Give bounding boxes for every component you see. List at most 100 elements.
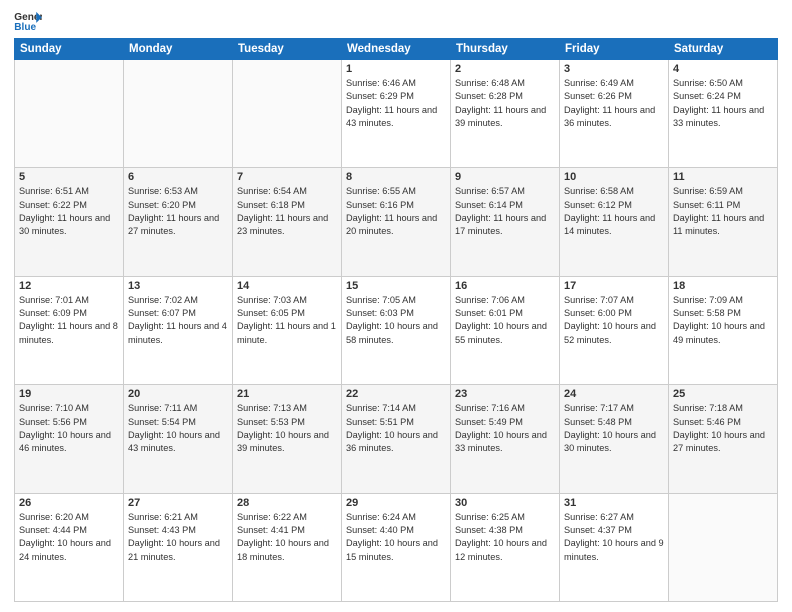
day-number: 8	[346, 171, 446, 183]
day-number: 28	[237, 497, 337, 509]
day-info: Sunrise: 7:09 AMSunset: 5:58 PMDaylight:…	[673, 294, 773, 347]
day-info: Sunrise: 7:17 AMSunset: 5:48 PMDaylight:…	[564, 402, 664, 455]
day-cell: 26 Sunrise: 6:20 AMSunset: 4:44 PMDayligh…	[15, 493, 124, 601]
weekday-header-row: SundayMondayTuesdayWednesdayThursdayFrid…	[15, 39, 778, 60]
day-info: Sunrise: 6:24 AMSunset: 4:40 PMDaylight:…	[346, 511, 446, 564]
logo: General Blue	[14, 10, 42, 32]
day-number: 6	[128, 171, 228, 183]
day-cell: 27 Sunrise: 6:21 AMSunset: 4:43 PMDayligh…	[124, 493, 233, 601]
day-cell	[233, 60, 342, 168]
weekday-header-tuesday: Tuesday	[233, 39, 342, 60]
day-info: Sunrise: 6:46 AMSunset: 6:29 PMDaylight:…	[346, 77, 446, 130]
week-row-3: 12 Sunrise: 7:01 AMSunset: 6:09 PMDayligh…	[15, 276, 778, 384]
day-cell: 25Sunrise: 7:18 AMSunset: 5:46 PMDayligh…	[669, 385, 778, 493]
day-number: 13	[128, 280, 228, 292]
day-number: 23	[455, 388, 555, 400]
day-cell: 14 Sunrise: 7:03 AMSunset: 6:05 PMDayligh…	[233, 276, 342, 384]
day-cell: 23 Sunrise: 7:16 AMSunset: 5:49 PMDayligh…	[451, 385, 560, 493]
day-number: 12	[19, 280, 119, 292]
day-cell: 18 Sunrise: 7:09 AMSunset: 5:58 PMDayligh…	[669, 276, 778, 384]
day-cell: 16Sunrise: 7:06 AMSunset: 6:01 PMDayligh…	[451, 276, 560, 384]
day-cell: 20 Sunrise: 7:11 AMSunset: 5:54 PMDayligh…	[124, 385, 233, 493]
day-info: Sunrise: 6:20 AMSunset: 4:44 PMDaylight:…	[19, 511, 119, 564]
day-cell	[124, 60, 233, 168]
day-number: 10	[564, 171, 664, 183]
week-row-1: 1 Sunrise: 6:46 AMSunset: 6:29 PMDaylight…	[15, 60, 778, 168]
day-info: Sunrise: 7:13 AMSunset: 5:53 PMDaylight:…	[237, 402, 337, 455]
day-number: 18	[673, 280, 773, 292]
day-number: 30	[455, 497, 555, 509]
day-number: 1	[346, 63, 446, 75]
day-cell: 12 Sunrise: 7:01 AMSunset: 6:09 PMDayligh…	[15, 276, 124, 384]
day-info: Sunrise: 7:07 AMSunset: 6:00 PMDaylight:…	[564, 294, 664, 347]
week-row-4: 19 Sunrise: 7:10 AMSunset: 5:56 PMDayligh…	[15, 385, 778, 493]
svg-text:Blue: Blue	[14, 22, 36, 32]
day-number: 17	[564, 280, 664, 292]
day-info: Sunrise: 6:49 AMSunset: 6:26 PMDaylight:…	[564, 77, 664, 130]
day-number: 20	[128, 388, 228, 400]
day-info: Sunrise: 6:27 AMSunset: 4:37 PMDaylight:…	[564, 511, 664, 564]
day-info: Sunrise: 6:54 AMSunset: 6:18 PMDaylight:…	[237, 185, 337, 238]
day-number: 31	[564, 497, 664, 509]
weekday-header-thursday: Thursday	[451, 39, 560, 60]
day-number: 15	[346, 280, 446, 292]
week-row-2: 5Sunrise: 6:51 AMSunset: 6:22 PMDaylight…	[15, 168, 778, 276]
day-cell	[669, 493, 778, 601]
day-cell: 21Sunrise: 7:13 AMSunset: 5:53 PMDayligh…	[233, 385, 342, 493]
day-cell: 19 Sunrise: 7:10 AMSunset: 5:56 PMDayligh…	[15, 385, 124, 493]
day-cell: 9 Sunrise: 6:57 AMSunset: 6:14 PMDaylight…	[451, 168, 560, 276]
day-cell: 6 Sunrise: 6:53 AMSunset: 6:20 PMDaylight…	[124, 168, 233, 276]
day-number: 14	[237, 280, 337, 292]
day-info: Sunrise: 6:53 AMSunset: 6:20 PMDaylight:…	[128, 185, 228, 238]
day-cell: 11Sunrise: 6:59 AMSunset: 6:11 PMDayligh…	[669, 168, 778, 276]
day-number: 29	[346, 497, 446, 509]
day-cell: 24 Sunrise: 7:17 AMSunset: 5:48 PMDayligh…	[560, 385, 669, 493]
day-cell: 10 Sunrise: 6:58 AMSunset: 6:12 PMDayligh…	[560, 168, 669, 276]
day-info: Sunrise: 6:51 AMSunset: 6:22 PMDaylight:…	[19, 185, 119, 238]
day-number: 24	[564, 388, 664, 400]
week-row-5: 26 Sunrise: 6:20 AMSunset: 4:44 PMDayligh…	[15, 493, 778, 601]
day-info: Sunrise: 7:01 AMSunset: 6:09 PMDaylight:…	[19, 294, 119, 347]
day-info: Sunrise: 7:14 AMSunset: 5:51 PMDaylight:…	[346, 402, 446, 455]
day-info: Sunrise: 6:25 AMSunset: 4:38 PMDaylight:…	[455, 511, 555, 564]
day-cell: 7 Sunrise: 6:54 AMSunset: 6:18 PMDaylight…	[233, 168, 342, 276]
day-info: Sunrise: 7:02 AMSunset: 6:07 PMDaylight:…	[128, 294, 228, 347]
day-number: 7	[237, 171, 337, 183]
day-cell: 1 Sunrise: 6:46 AMSunset: 6:29 PMDaylight…	[342, 60, 451, 168]
calendar-table: SundayMondayTuesdayWednesdayThursdayFrid…	[14, 38, 778, 602]
day-info: Sunrise: 6:21 AMSunset: 4:43 PMDaylight:…	[128, 511, 228, 564]
day-info: Sunrise: 7:11 AMSunset: 5:54 PMDaylight:…	[128, 402, 228, 455]
day-info: Sunrise: 6:48 AMSunset: 6:28 PMDaylight:…	[455, 77, 555, 130]
day-cell: 5Sunrise: 6:51 AMSunset: 6:22 PMDaylight…	[15, 168, 124, 276]
day-number: 26	[19, 497, 119, 509]
day-cell: 2Sunrise: 6:48 AMSunset: 6:28 PMDaylight…	[451, 60, 560, 168]
day-info: Sunrise: 6:50 AMSunset: 6:24 PMDaylight:…	[673, 77, 773, 130]
day-info: Sunrise: 7:10 AMSunset: 5:56 PMDaylight:…	[19, 402, 119, 455]
page: General Blue SundayMondayTuesdayWednesda…	[0, 0, 792, 612]
day-number: 3	[564, 63, 664, 75]
day-number: 27	[128, 497, 228, 509]
day-cell	[15, 60, 124, 168]
day-info: Sunrise: 6:57 AMSunset: 6:14 PMDaylight:…	[455, 185, 555, 238]
weekday-header-monday: Monday	[124, 39, 233, 60]
day-cell: 22 Sunrise: 7:14 AMSunset: 5:51 PMDayligh…	[342, 385, 451, 493]
day-cell: 4 Sunrise: 6:50 AMSunset: 6:24 PMDaylight…	[669, 60, 778, 168]
day-number: 25	[673, 388, 773, 400]
weekday-header-friday: Friday	[560, 39, 669, 60]
day-number: 9	[455, 171, 555, 183]
day-info: Sunrise: 6:58 AMSunset: 6:12 PMDaylight:…	[564, 185, 664, 238]
day-cell: 8Sunrise: 6:55 AMSunset: 6:16 PMDaylight…	[342, 168, 451, 276]
day-info: Sunrise: 7:03 AMSunset: 6:05 PMDaylight:…	[237, 294, 337, 347]
weekday-header-wednesday: Wednesday	[342, 39, 451, 60]
day-cell: 31 Sunrise: 6:27 AMSunset: 4:37 PMDayligh…	[560, 493, 669, 601]
day-number: 19	[19, 388, 119, 400]
day-info: Sunrise: 7:06 AMSunset: 6:01 PMDaylight:…	[455, 294, 555, 347]
day-cell: 28 Sunrise: 6:22 AMSunset: 4:41 PMDayligh…	[233, 493, 342, 601]
day-number: 22	[346, 388, 446, 400]
day-info: Sunrise: 7:16 AMSunset: 5:49 PMDaylight:…	[455, 402, 555, 455]
day-cell: 3 Sunrise: 6:49 AMSunset: 6:26 PMDaylight…	[560, 60, 669, 168]
day-number: 11	[673, 171, 773, 183]
day-info: Sunrise: 6:22 AMSunset: 4:41 PMDaylight:…	[237, 511, 337, 564]
day-number: 4	[673, 63, 773, 75]
day-cell: 29 Sunrise: 6:24 AMSunset: 4:40 PMDayligh…	[342, 493, 451, 601]
